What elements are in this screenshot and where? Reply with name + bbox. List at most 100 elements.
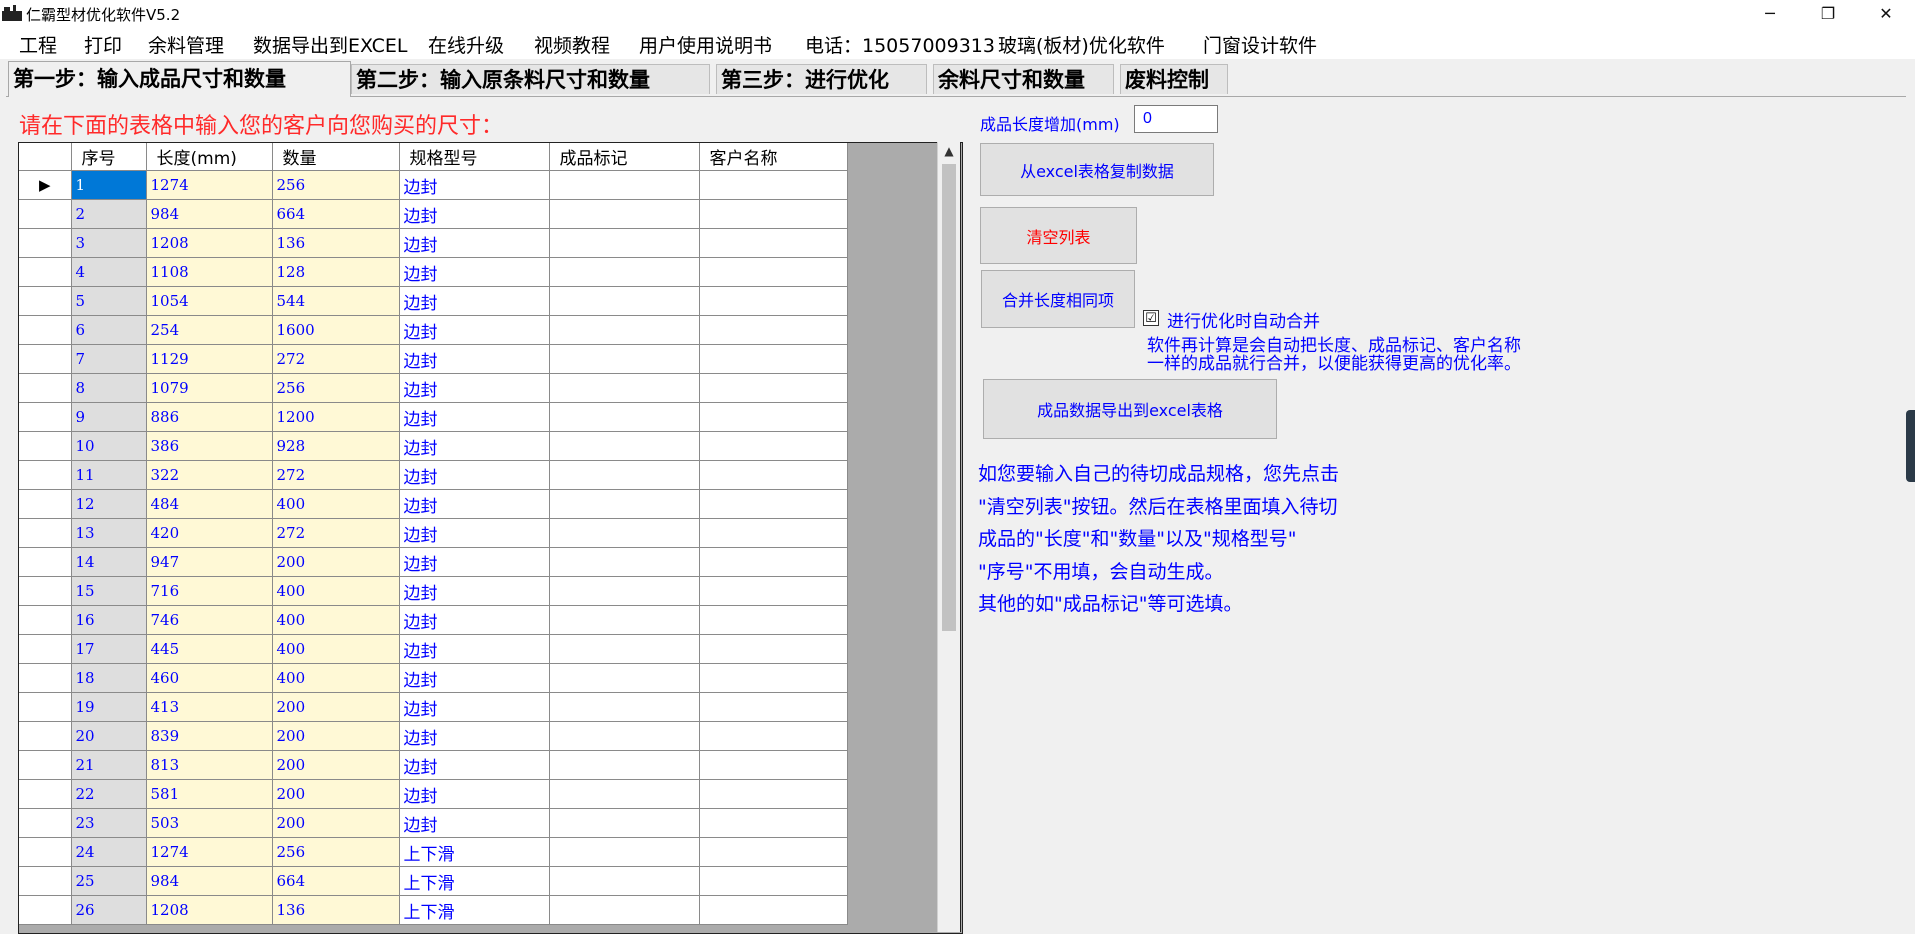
row-header[interactable] <box>19 663 72 693</box>
cell-mark[interactable] <box>549 837 700 867</box>
cell-qty[interactable]: 128 <box>272 257 400 287</box>
tab-step1[interactable]: 第一步：输入成品尺寸和数量 <box>8 61 351 97</box>
cell-spec[interactable]: 边封 <box>399 750 550 780</box>
row-header[interactable] <box>19 373 72 403</box>
tab-step3[interactable]: 第三步：进行优化 <box>716 64 927 94</box>
menu-video[interactable]: 视频教程 <box>534 31 610 58</box>
cell-customer[interactable] <box>699 431 848 461</box>
cell-mark[interactable] <box>549 489 700 519</box>
menu-print[interactable]: 打印 <box>84 31 122 58</box>
cell-length[interactable]: 947 <box>146 547 273 577</box>
cell-customer[interactable] <box>699 344 848 374</box>
menu-upgrade[interactable]: 在线升级 <box>428 31 504 58</box>
col-header-spec[interactable]: 规格型号 <box>399 143 550 171</box>
cell-no[interactable]: 16 <box>71 605 147 635</box>
auto-merge-label[interactable]: 进行优化时自动合并 <box>1167 307 1320 332</box>
cell-length[interactable]: 386 <box>146 431 273 461</box>
table-row[interactable]: 26 1208 136 上下滑 <box>19 895 848 925</box>
row-header[interactable] <box>19 808 72 838</box>
cell-mark[interactable] <box>549 199 700 229</box>
cell-customer[interactable] <box>699 257 848 287</box>
cell-no[interactable]: 15 <box>71 576 147 606</box>
cell-customer[interactable] <box>699 547 848 577</box>
cell-customer[interactable] <box>699 692 848 722</box>
table-row[interactable]: 5 1054 544 边封 <box>19 286 848 316</box>
row-header[interactable] <box>19 228 72 258</box>
cell-spec[interactable]: 边封 <box>399 199 550 229</box>
cell-spec[interactable]: 边封 <box>399 547 550 577</box>
cell-length[interactable]: 1208 <box>146 228 273 258</box>
cell-qty[interactable]: 400 <box>272 663 400 693</box>
table-row[interactable]: 25 984 664 上下滑 <box>19 866 848 896</box>
cell-mark[interactable] <box>549 547 700 577</box>
cell-length[interactable]: 886 <box>146 402 273 432</box>
cell-customer[interactable] <box>699 576 848 606</box>
cell-mark[interactable] <box>549 170 700 200</box>
current-row-icon[interactable]: ▶ <box>19 170 72 200</box>
table-row[interactable]: 21 813 200 边封 <box>19 750 848 780</box>
cell-no[interactable]: 12 <box>71 489 147 519</box>
col-header-no[interactable]: 序号 <box>71 143 147 171</box>
length-increase-input[interactable] <box>1134 105 1218 133</box>
table-row[interactable]: 12 484 400 边封 <box>19 489 848 519</box>
cell-mark[interactable] <box>549 228 700 258</box>
cell-mark[interactable] <box>549 460 700 490</box>
table-row[interactable]: 4 1108 128 边封 <box>19 257 848 287</box>
row-header[interactable] <box>19 866 72 896</box>
cell-spec[interactable]: 边封 <box>399 402 550 432</box>
table-row[interactable]: 17 445 400 边封 <box>19 634 848 664</box>
cell-mark[interactable] <box>549 286 700 316</box>
cell-qty[interactable]: 256 <box>272 170 400 200</box>
cell-mark[interactable] <box>549 402 700 432</box>
table-row[interactable]: 19 413 200 边封 <box>19 692 848 722</box>
table-row[interactable]: 3 1208 136 边封 <box>19 228 848 258</box>
merge-same-length-button[interactable]: 合并长度相同项 <box>981 270 1135 328</box>
cell-no[interactable]: 18 <box>71 663 147 693</box>
menu-door-window[interactable]: 门窗设计软件 <box>1203 31 1317 58</box>
cell-customer[interactable] <box>699 634 848 664</box>
cell-no[interactable]: 13 <box>71 518 147 548</box>
auto-merge-checkbox[interactable]: ☑ <box>1143 310 1159 326</box>
cell-mark[interactable] <box>549 518 700 548</box>
restore-button[interactable]: ❐ <box>1799 0 1857 27</box>
cell-qty[interactable]: 928 <box>272 431 400 461</box>
table-row[interactable]: 11 322 272 边封 <box>19 460 848 490</box>
cell-customer[interactable] <box>699 808 848 838</box>
row-header[interactable] <box>19 895 72 925</box>
table-row[interactable]: ▶ 1 1274 256 边封 <box>19 170 848 200</box>
cell-qty[interactable]: 544 <box>272 286 400 316</box>
cell-spec[interactable]: 边封 <box>399 518 550 548</box>
table-row[interactable]: 9 886 1200 边封 <box>19 402 848 432</box>
cell-no[interactable]: 26 <box>71 895 147 925</box>
cell-length[interactable]: 420 <box>146 518 273 548</box>
cell-customer[interactable] <box>699 721 848 751</box>
cell-no[interactable]: 21 <box>71 750 147 780</box>
cell-spec[interactable]: 边封 <box>399 286 550 316</box>
cell-spec[interactable]: 上下滑 <box>399 866 550 896</box>
cell-length[interactable]: 503 <box>146 808 273 838</box>
cell-spec[interactable]: 边封 <box>399 315 550 345</box>
cell-no[interactable]: 3 <box>71 228 147 258</box>
cell-qty[interactable]: 136 <box>272 228 400 258</box>
clear-list-button[interactable]: 清空列表 <box>980 207 1137 264</box>
cell-qty[interactable]: 200 <box>272 779 400 809</box>
cell-spec[interactable]: 上下滑 <box>399 837 550 867</box>
cell-qty[interactable]: 400 <box>272 576 400 606</box>
copy-from-excel-button[interactable]: 从excel表格复制数据 <box>980 143 1214 196</box>
cell-spec[interactable]: 边封 <box>399 634 550 664</box>
table-row[interactable]: 16 746 400 边封 <box>19 605 848 635</box>
cell-mark[interactable] <box>549 692 700 722</box>
cell-no[interactable]: 2 <box>71 199 147 229</box>
menu-phone[interactable]: 电话：15057009313 <box>805 31 995 58</box>
cell-spec[interactable]: 边封 <box>399 576 550 606</box>
cell-spec[interactable]: 边封 <box>399 663 550 693</box>
cell-no[interactable]: 19 <box>71 692 147 722</box>
cell-no[interactable]: 22 <box>71 779 147 809</box>
cell-customer[interactable] <box>699 605 848 635</box>
cell-spec[interactable]: 边封 <box>399 228 550 258</box>
cell-length[interactable]: 1129 <box>146 344 273 374</box>
cell-length[interactable]: 746 <box>146 605 273 635</box>
cell-mark[interactable] <box>549 344 700 374</box>
table-row[interactable]: 10 386 928 边封 <box>19 431 848 461</box>
cell-qty[interactable]: 664 <box>272 199 400 229</box>
